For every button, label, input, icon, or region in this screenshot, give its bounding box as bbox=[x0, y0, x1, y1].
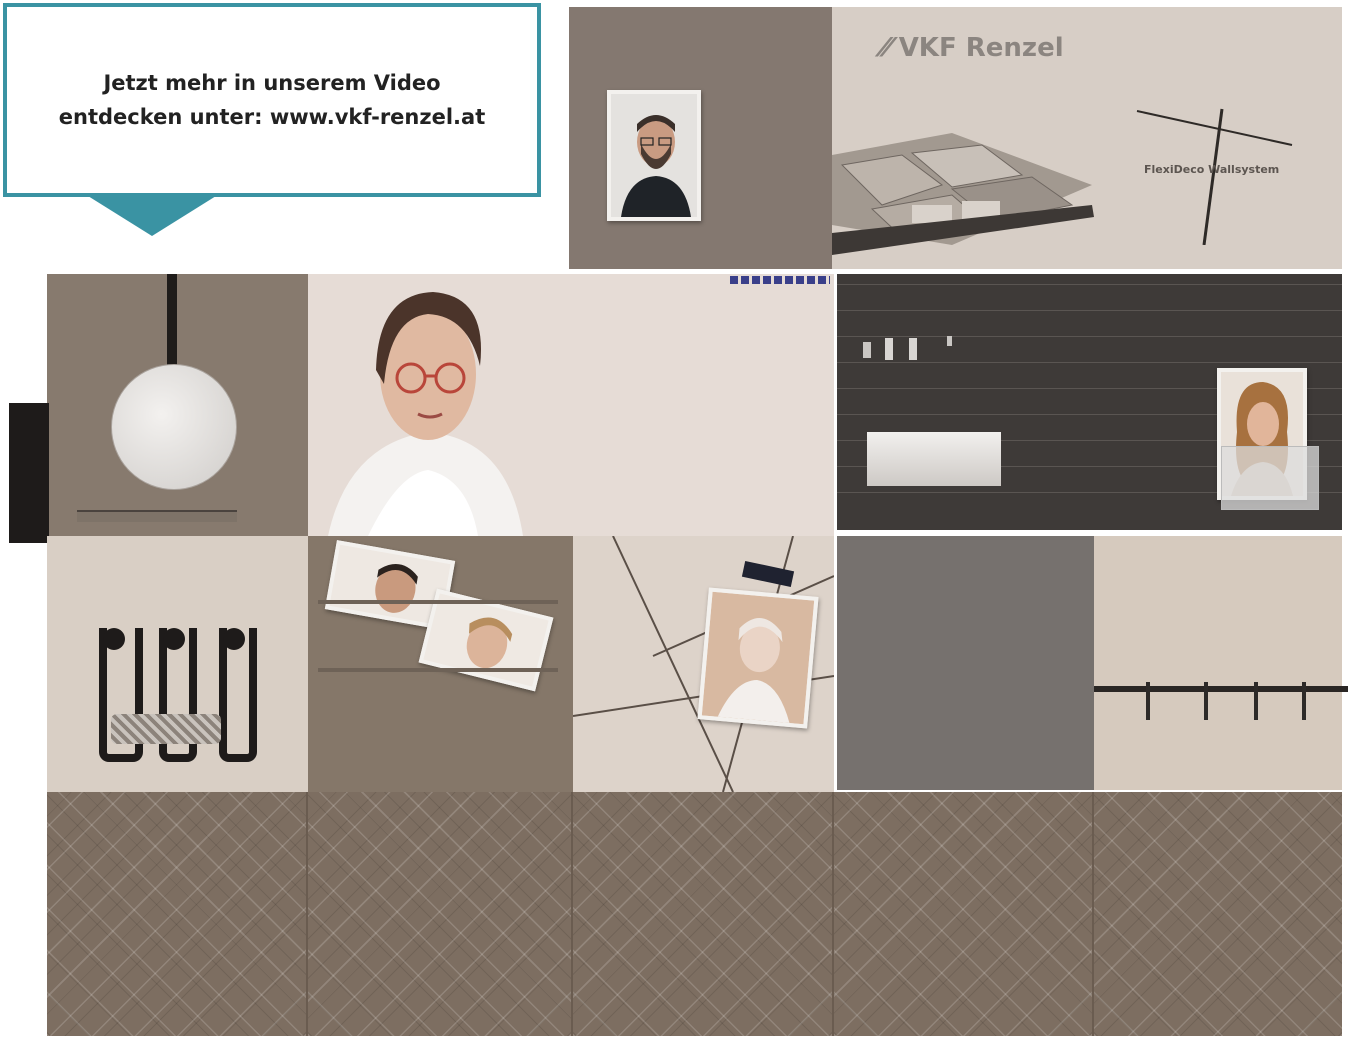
small-hook-4 bbox=[947, 336, 952, 346]
video-callout-box[interactable]: Jetzt mehr in unserem Video entdecken un… bbox=[3, 3, 541, 197]
accessory-items bbox=[111, 714, 221, 744]
fabric-pocket-bottom bbox=[318, 668, 558, 672]
man-with-glasses-image bbox=[611, 94, 697, 217]
rail-hook-3 bbox=[1254, 682, 1258, 720]
rail-hook-4 bbox=[1302, 682, 1306, 720]
callout-pointer-arrow bbox=[88, 196, 216, 236]
slash-logo-icon: ⁄⁄ bbox=[882, 33, 891, 63]
slat-2 bbox=[837, 310, 1342, 337]
wall-system-render-image bbox=[832, 133, 1094, 255]
woman-glasses-photo-card bbox=[418, 588, 554, 692]
mirror-panel bbox=[47, 274, 308, 536]
hook-cap-1 bbox=[103, 628, 125, 650]
hooks-panel bbox=[47, 536, 308, 792]
man-portrait-card bbox=[607, 90, 701, 221]
hook-rail bbox=[1094, 686, 1348, 692]
small-hook-1 bbox=[863, 342, 871, 358]
woman-glasses-image bbox=[423, 593, 549, 687]
woman-clip-photo-card bbox=[697, 587, 819, 729]
string-panel bbox=[573, 536, 834, 792]
pocket-panel bbox=[308, 536, 573, 792]
quilted-panel-3 bbox=[573, 792, 834, 1036]
color-swatch-strip bbox=[730, 276, 830, 284]
product-name-label: FlexiDeco Wallsystem bbox=[1144, 163, 1280, 176]
top-portrait-panel bbox=[569, 7, 832, 269]
hook-cap-2 bbox=[163, 628, 185, 650]
quilted-panel-1 bbox=[47, 792, 308, 1036]
woman-with-red-glasses-image bbox=[328, 292, 523, 536]
acrylic-holder bbox=[1221, 446, 1319, 510]
brand-panel: ⁄⁄ VKF Renzel FlexiDeco Wallsystem bbox=[832, 7, 1342, 269]
blonde-woman-image bbox=[701, 591, 815, 725]
slat-wall-panel bbox=[837, 274, 1342, 530]
rail-hook-1 bbox=[1146, 682, 1150, 720]
small-hook-3 bbox=[909, 338, 917, 360]
brand-logo-text: VKF Renzel bbox=[898, 33, 1064, 63]
quilted-panel-5 bbox=[1094, 792, 1342, 1036]
callout-line-1: Jetzt mehr in unserem Video bbox=[103, 71, 441, 95]
small-hook-2 bbox=[885, 338, 893, 360]
white-shelf bbox=[867, 432, 1001, 486]
slat-1 bbox=[837, 284, 1342, 311]
rail-hook-2 bbox=[1204, 682, 1208, 720]
fabric-pocket-top bbox=[318, 600, 558, 604]
callout-line-2[interactable]: entdecken unter: www.vkf-renzel.at bbox=[59, 100, 485, 134]
grey-panel bbox=[837, 536, 1094, 790]
mirror-strap bbox=[167, 274, 177, 370]
side-dark-shelf bbox=[9, 403, 49, 543]
brand-logo: ⁄⁄ VKF Renzel bbox=[882, 33, 1064, 63]
quilted-panel-2 bbox=[308, 792, 573, 1036]
hook-rail-panel bbox=[1094, 536, 1348, 790]
glass-shelf bbox=[77, 510, 237, 522]
woman-portrait-panel bbox=[308, 274, 834, 536]
round-mirror bbox=[111, 364, 237, 490]
quilted-panel-4 bbox=[834, 792, 1094, 1036]
hook-cap-3 bbox=[223, 628, 245, 650]
